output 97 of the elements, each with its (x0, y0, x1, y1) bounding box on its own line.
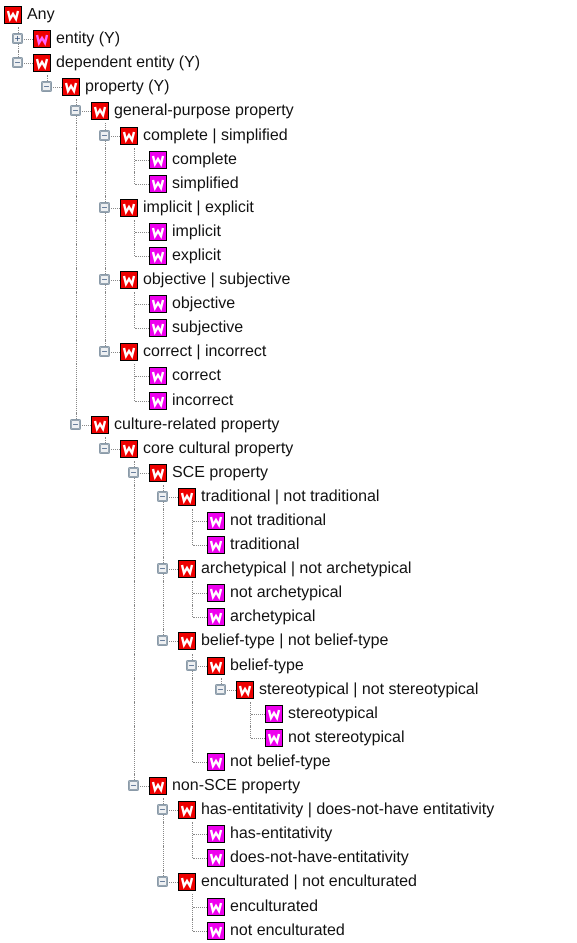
class-icon (149, 777, 167, 796)
class-icon (178, 873, 196, 892)
tree-item-label[interactable]: enculturated | not enculturated (201, 873, 417, 892)
tree-item-label[interactable]: objective | subjective (143, 271, 290, 290)
class-icon (120, 343, 138, 362)
tree-item-label[interactable]: not belief-type (230, 752, 331, 771)
tree-item-label[interactable]: archetypical (230, 608, 316, 626)
class-icon (178, 488, 196, 506)
class-icon (120, 271, 138, 290)
class-icon (236, 680, 254, 699)
class-icon (120, 198, 138, 217)
class-icon (149, 319, 167, 338)
collapse-icon[interactable] (99, 202, 110, 213)
class-icon (265, 704, 283, 723)
class-icon (207, 922, 225, 940)
class-icon (33, 30, 51, 48)
tree-item-label[interactable]: not archetypical (230, 584, 342, 602)
tree-item-label[interactable]: traditional (230, 536, 300, 554)
collapse-icon[interactable] (12, 57, 23, 68)
tree-item-label[interactable]: simplified (172, 174, 239, 193)
collapse-icon[interactable] (70, 418, 81, 430)
tree-item-label[interactable]: explicit (172, 246, 221, 265)
class-icon (207, 512, 225, 530)
class-icon (33, 54, 51, 72)
tree-item-label[interactable]: has-entitativity | does-not-have entitativity (201, 801, 494, 820)
class-icon (120, 440, 138, 458)
class-icon (149, 464, 167, 482)
class-icon (62, 78, 80, 96)
class-icon (207, 849, 225, 868)
class-icon (178, 560, 196, 578)
tree-item-label[interactable]: SCE property (172, 464, 268, 482)
tree-item-label[interactable]: not stereotypical (288, 728, 405, 747)
tree-item-label[interactable]: belief-type | not belief-type (201, 632, 388, 650)
tree-item-label[interactable]: objective (172, 295, 236, 314)
tree-item-label[interactable]: belief-type (230, 656, 304, 675)
tree-item-label[interactable]: culture-related property (114, 416, 280, 434)
collapse-icon[interactable] (128, 466, 139, 478)
collapse-icon[interactable] (157, 804, 168, 816)
collapse-icon[interactable] (157, 635, 168, 646)
tree-item-label[interactable]: complete | simplified (143, 126, 288, 145)
class-icon (207, 825, 225, 844)
tree-item-label[interactable]: implicit | explicit (143, 198, 254, 217)
collapse-icon[interactable] (41, 81, 52, 92)
tree-item-label[interactable]: core cultural property (143, 440, 294, 458)
tree-item-label[interactable]: complete (172, 150, 237, 169)
collapse-icon[interactable] (157, 876, 168, 888)
tree-item-label[interactable]: enculturated (230, 898, 318, 916)
class-icon (91, 416, 109, 434)
tree-item-label[interactable]: property (Y) (85, 78, 170, 96)
tree-item-label[interactable]: incorrect (172, 392, 234, 410)
tree-item-label[interactable]: not traditional (230, 512, 326, 530)
tree-item-label[interactable]: subjective (172, 319, 244, 338)
collapse-icon[interactable] (215, 684, 226, 695)
tree-item-label[interactable]: general-purpose property (114, 102, 294, 120)
tree-item-label[interactable]: correct (172, 367, 221, 386)
tree-item-label[interactable]: traditional | not traditional (201, 488, 380, 506)
tree-item-label[interactable]: archetypical | not archetypical (201, 560, 412, 578)
class-icon (265, 728, 283, 747)
collapse-icon[interactable] (157, 563, 168, 574)
collapse-icon[interactable] (99, 130, 110, 141)
class-icon (207, 752, 225, 771)
class-icon (207, 536, 225, 554)
class-icon (178, 801, 196, 820)
tree-item-label[interactable]: Any (27, 6, 55, 24)
collapse-icon[interactable] (128, 780, 139, 792)
class-icon (207, 608, 225, 626)
collapse-icon[interactable] (186, 660, 197, 671)
class-icon (178, 632, 196, 650)
collapse-icon[interactable] (157, 490, 168, 502)
collapse-icon[interactable] (99, 442, 110, 454)
tree-item-label[interactable]: has-entitativity (230, 825, 332, 844)
tree-item-label[interactable]: does-not-have-entitativity (230, 849, 409, 868)
tree-item-label[interactable]: implicit (172, 222, 221, 241)
class-icon (149, 392, 167, 410)
collapse-icon[interactable] (99, 346, 110, 358)
class-icon (207, 656, 225, 675)
tree-item-label[interactable]: entity (Y) (56, 30, 120, 48)
tree-item-label[interactable]: stereotypical (288, 704, 378, 723)
tree-item-label[interactable]: non-SCE property (172, 777, 300, 796)
collapse-icon[interactable] (70, 105, 81, 116)
class-icon (120, 126, 138, 145)
class-icon (4, 6, 22, 24)
collapse-icon[interactable] (99, 274, 110, 286)
class-icon (149, 367, 167, 386)
class-icon (149, 174, 167, 193)
tree-item-label[interactable]: not enculturated (230, 922, 345, 940)
class-icon (207, 898, 225, 916)
expand-icon[interactable] (12, 33, 23, 44)
class-icon (149, 246, 167, 265)
class-icon (91, 102, 109, 120)
class-icon (149, 295, 167, 314)
tree-item-label[interactable]: correct | incorrect (143, 343, 266, 362)
tree-item-label[interactable]: stereotypical | not stereotypical (259, 680, 478, 699)
class-icon (149, 150, 167, 169)
class-icon (149, 222, 167, 241)
tree-item-label[interactable]: dependent entity (Y) (56, 54, 200, 72)
class-icon (207, 584, 225, 602)
